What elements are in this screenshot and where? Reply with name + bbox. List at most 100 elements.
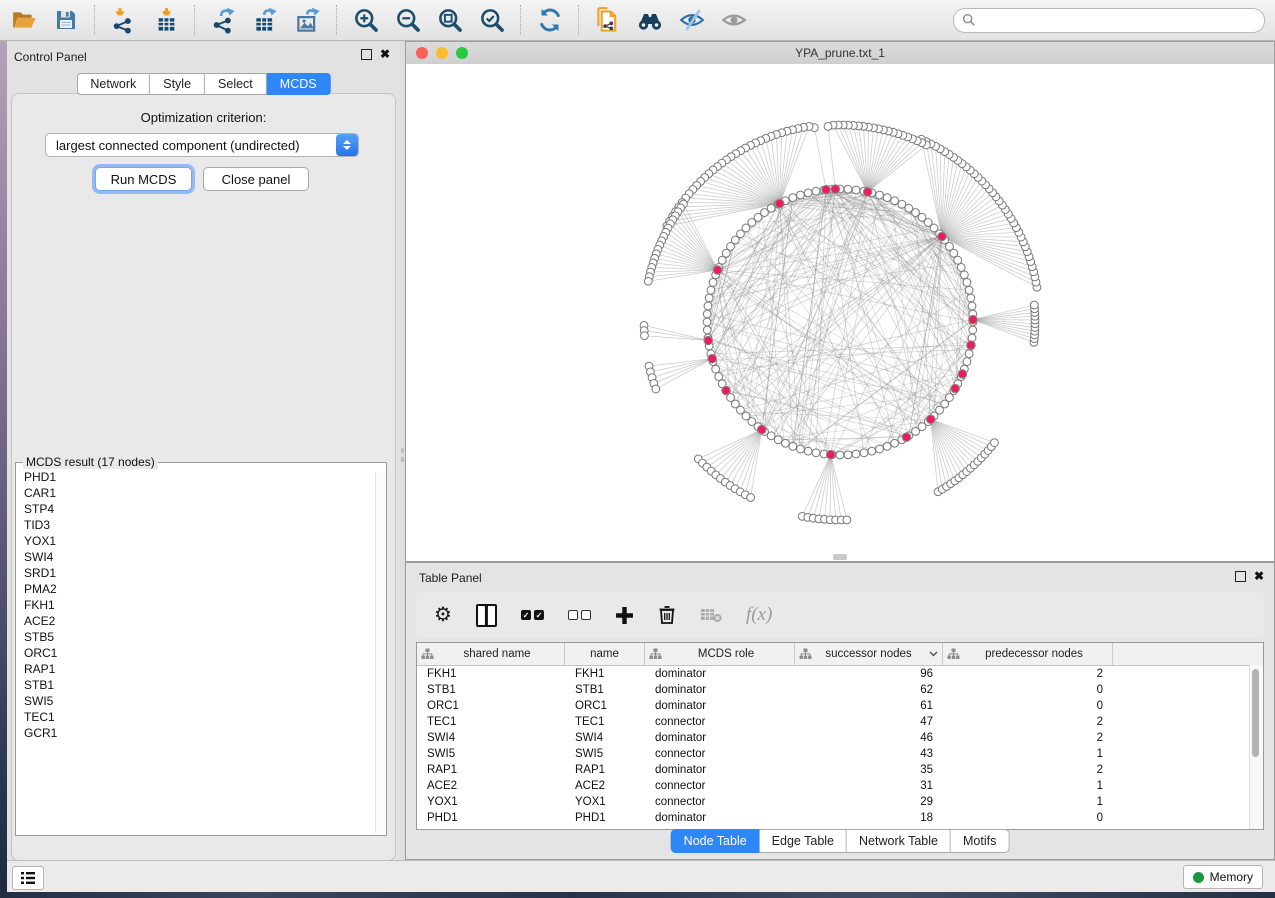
list-item[interactable]: SRD1 (16, 565, 374, 581)
graph-node[interactable] (782, 439, 790, 447)
graph-node[interactable] (965, 350, 973, 358)
cell-role[interactable]: dominator (645, 812, 795, 824)
graph-node[interactable] (712, 365, 720, 373)
result-scrollbar[interactable] (375, 472, 385, 833)
graph-node-dominator[interactable] (722, 386, 731, 395)
binoculars-icon[interactable] (636, 6, 664, 34)
cell-succ[interactable]: 62 (795, 684, 943, 696)
list-item[interactable]: STB5 (16, 629, 374, 645)
list-item[interactable]: SWI5 (16, 693, 374, 709)
export-network-icon[interactable] (210, 6, 238, 34)
graph-node[interactable] (883, 194, 891, 202)
float-panel-icon[interactable] (361, 49, 372, 60)
graph-node-dominator[interactable] (831, 185, 840, 194)
graph-node[interactable] (965, 286, 973, 294)
column-header-name[interactable]: name (565, 643, 645, 665)
column-header-MCDS-role[interactable]: MCDS role (645, 643, 795, 665)
cell-name[interactable]: TEC1 (565, 716, 645, 728)
cell-pred[interactable]: 0 (943, 684, 1113, 696)
cell-succ[interactable]: 31 (795, 780, 943, 792)
graph-node-dominator[interactable] (863, 188, 872, 197)
close-panel-icon[interactable]: ✖ (380, 50, 390, 59)
graph-node[interactable] (844, 185, 852, 193)
table-settings-icon[interactable]: ⚙ (434, 605, 452, 625)
graph-node-dominator[interactable] (704, 336, 713, 345)
graph-node[interactable] (967, 294, 975, 302)
graph-node[interactable] (844, 451, 852, 459)
graph-node[interactable] (644, 277, 652, 285)
close-panel-icon[interactable]: ✖ (1254, 572, 1264, 581)
cell-role[interactable]: dominator (645, 732, 795, 744)
tab-network-table[interactable]: Network Table (847, 829, 951, 853)
graph-node[interactable] (652, 385, 660, 393)
graph-node-dominator[interactable] (902, 433, 911, 442)
list-item[interactable]: CAR1 (16, 485, 374, 501)
network-titlebar[interactable]: YPA_prune.txt_1 (406, 42, 1274, 65)
list-item[interactable]: STP4 (16, 501, 374, 517)
cell-succ[interactable]: 35 (795, 764, 943, 776)
cell-name[interactable]: YOX1 (565, 796, 645, 808)
cell-succ[interactable]: 43 (795, 748, 943, 760)
table-row[interactable]: YOX1YOX1connector291 (417, 794, 1263, 810)
cell-name[interactable]: SWI4 (565, 732, 645, 744)
cell-pred[interactable]: 0 (943, 812, 1113, 824)
graph-node[interactable] (804, 447, 812, 455)
import-table-icon[interactable] (152, 6, 180, 34)
graph-node[interactable] (957, 264, 965, 272)
graph-node[interactable] (707, 286, 715, 294)
graph-node[interactable] (876, 191, 884, 199)
float-panel-icon[interactable] (1235, 571, 1246, 582)
graph-node[interactable] (704, 302, 712, 310)
task-history-button[interactable] (12, 866, 44, 890)
graph-node[interactable] (991, 439, 999, 447)
column-header-successor-nodes[interactable]: successor nodes (795, 643, 943, 665)
graph-node[interactable] (641, 332, 649, 340)
mcds-result-list[interactable]: PHD1CAR1STP4TID3YOX1SWI4SRD1PMA2FKH1ACE2… (16, 469, 374, 833)
cell-name[interactable]: SWI5 (565, 748, 645, 760)
tab-select[interactable]: Select (205, 73, 267, 95)
cell-succ[interactable]: 46 (795, 732, 943, 744)
network-graph[interactable] (406, 64, 1274, 561)
export-image-icon[interactable] (294, 6, 322, 34)
add-column-icon[interactable] (615, 606, 634, 625)
list-item[interactable]: GCR1 (16, 725, 374, 741)
list-item[interactable]: TEC1 (16, 709, 374, 725)
table-row[interactable]: ORC1ORC1dominator610 (417, 698, 1263, 714)
cell-pred[interactable]: 0 (943, 700, 1113, 712)
tab-style[interactable]: Style (150, 73, 205, 95)
clone-network-icon[interactable] (594, 6, 622, 34)
graph-node-dominator[interactable] (958, 370, 967, 379)
cell-shared[interactable]: ACE2 (417, 780, 565, 792)
cell-pred[interactable]: 1 (943, 796, 1113, 808)
zoom-out-icon[interactable] (394, 6, 422, 34)
graph-node[interactable] (703, 318, 711, 326)
graph-node[interactable] (703, 326, 711, 334)
graph-node-dominator[interactable] (938, 232, 947, 241)
search-input[interactable] (981, 12, 1256, 28)
table-row[interactable]: PHD1PHD1dominator180 (417, 810, 1263, 826)
select-all-columns-icon[interactable]: ✓✓ (521, 610, 544, 620)
zoom-selected-icon[interactable] (478, 6, 506, 34)
close-panel-button[interactable]: Close panel (203, 167, 309, 191)
cell-role[interactable]: connector (645, 716, 795, 728)
memory-button[interactable]: Memory (1183, 865, 1263, 889)
cell-succ[interactable]: 61 (795, 700, 943, 712)
show-all-icon[interactable] (720, 6, 748, 34)
cell-succ[interactable]: 29 (795, 796, 943, 808)
cell-shared[interactable]: FKH1 (417, 668, 565, 680)
cell-role[interactable]: connector (645, 780, 795, 792)
tab-network[interactable]: Network (76, 73, 150, 95)
tab-node-table[interactable]: Node Table (671, 829, 760, 853)
graph-node[interactable] (883, 442, 891, 450)
cell-pred[interactable]: 2 (943, 764, 1113, 776)
export-table-icon[interactable] (252, 6, 280, 34)
tab-motifs[interactable]: Motifs (951, 829, 1009, 853)
graph-node-dominator[interactable] (758, 425, 767, 434)
graph-node[interactable] (891, 439, 899, 447)
list-item[interactable]: STB1 (16, 677, 374, 693)
zoom-in-icon[interactable] (352, 6, 380, 34)
graph-node[interactable] (954, 256, 962, 264)
table-row[interactable]: RAP1RAP1dominator352 (417, 762, 1263, 778)
refresh-layout-icon[interactable] (536, 6, 564, 34)
graph-node[interactable] (789, 194, 797, 202)
